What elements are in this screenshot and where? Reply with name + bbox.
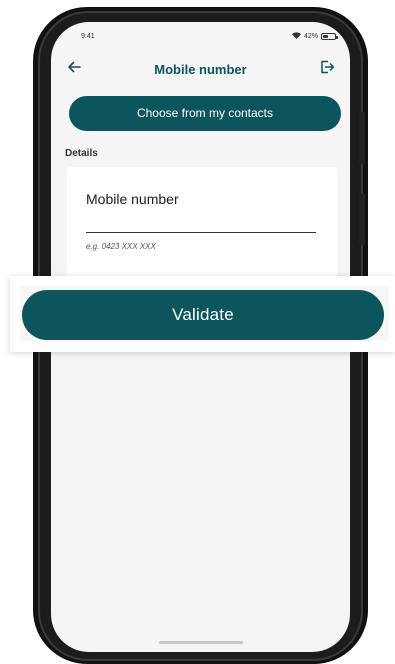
status-indicators: 42% (291, 32, 338, 41)
battery-fill (323, 35, 328, 38)
power-button (359, 193, 365, 245)
mobile-number-hint: e.g. 0423 XXX XXX (86, 242, 156, 251)
mobile-number-input[interactable] (86, 215, 316, 233)
validate-button[interactable]: Validate (22, 290, 384, 340)
mobile-number-label: Mobile number (86, 191, 179, 207)
status-time: 9:41 (81, 33, 95, 40)
logout-icon[interactable] (319, 59, 337, 77)
battery-percent: 42% (303, 33, 318, 40)
choose-contacts-button[interactable]: Choose from my contacts (69, 96, 341, 131)
details-section-label: Details (65, 148, 98, 159)
wifi-icon (291, 32, 301, 41)
home-indicator (159, 641, 243, 644)
page-title: Mobile number (154, 62, 247, 77)
volume-button (359, 112, 365, 164)
validate-callout: Validate (10, 276, 395, 352)
details-card: Mobile number e.g. 0423 XXX XXX (67, 167, 337, 285)
battery-icon (321, 33, 338, 40)
